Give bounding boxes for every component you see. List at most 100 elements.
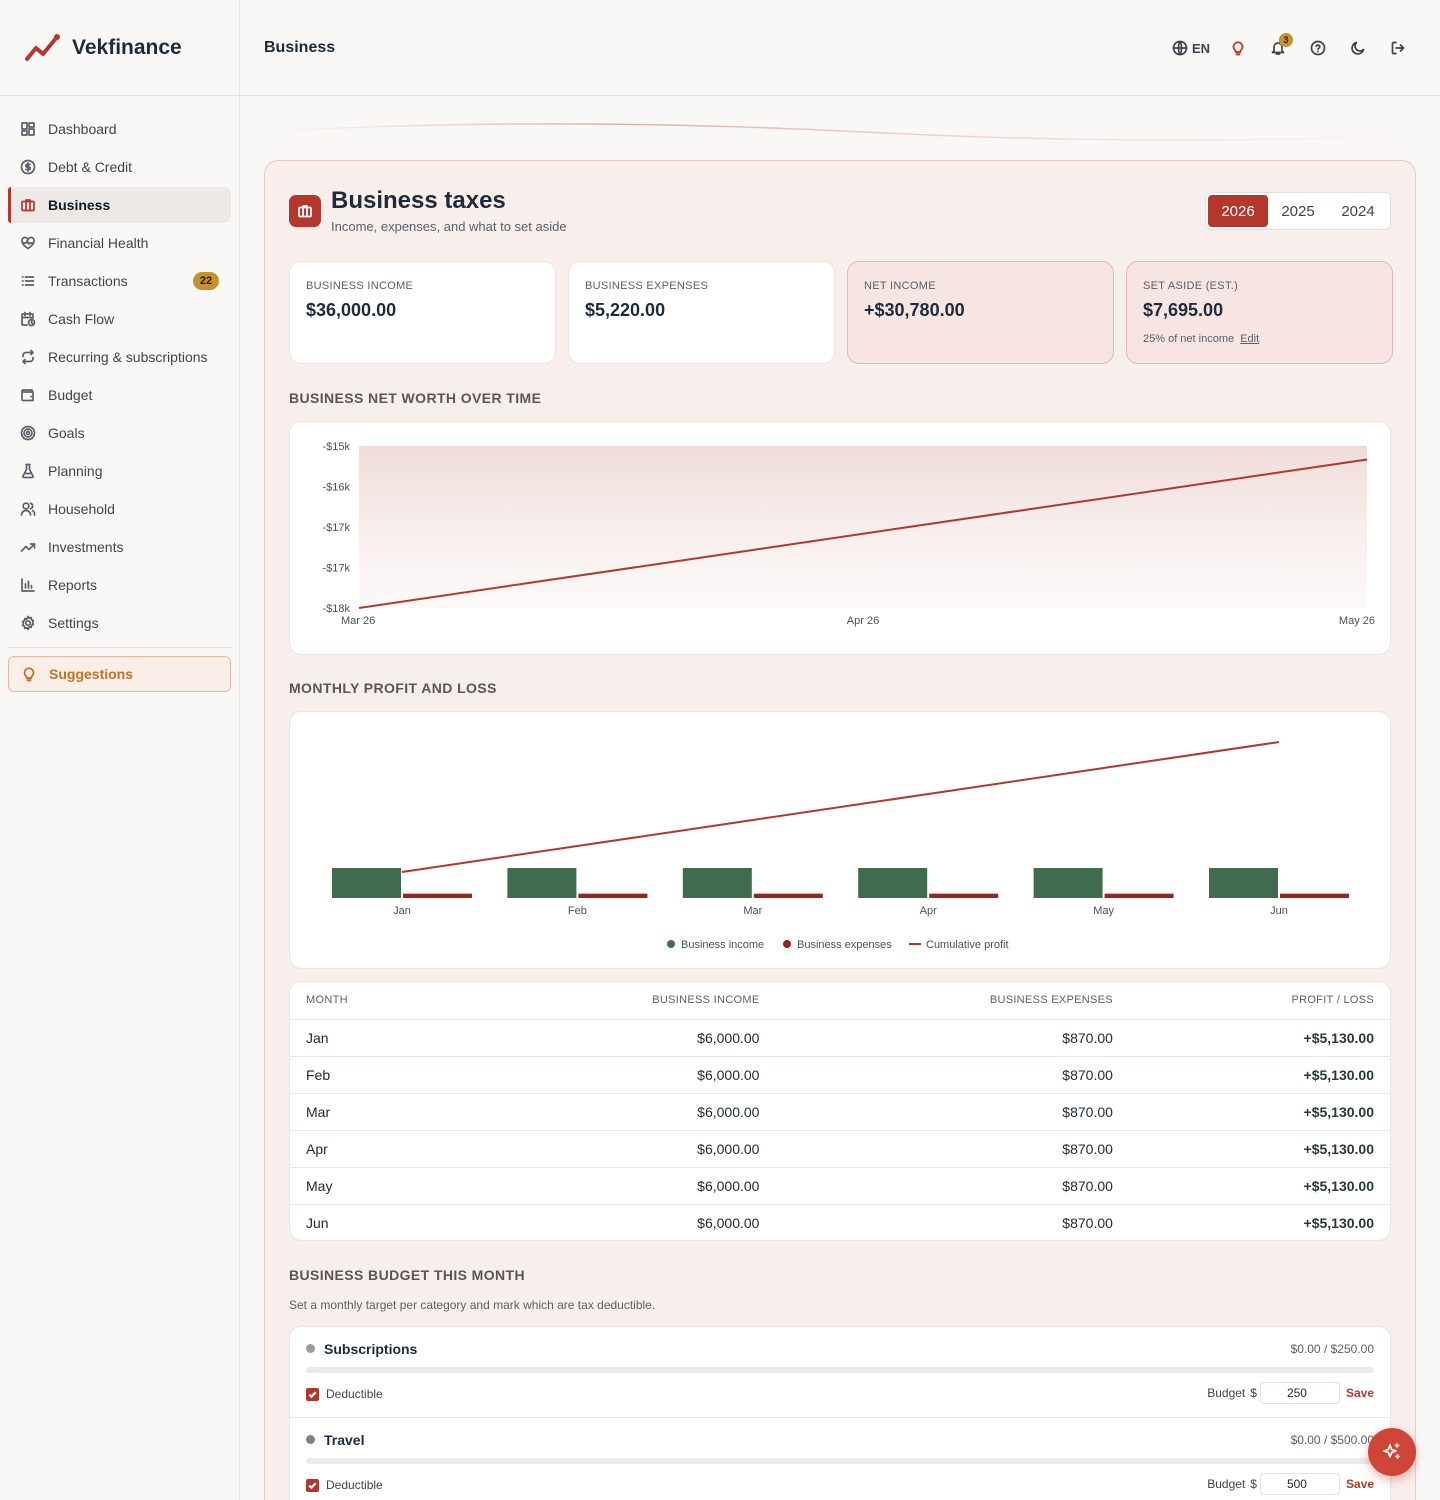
sidebar-item-label: Debt & Credit [48, 159, 133, 175]
expense-bar [753, 893, 823, 898]
brand-name: Vekfinance [72, 35, 182, 59]
logout-icon [1391, 41, 1405, 55]
business-taxes-panel: Business taxes Income, expenses, and wha… [264, 160, 1416, 1500]
sidebar-item-planning[interactable]: Planning [8, 453, 231, 489]
help-button[interactable] [1306, 36, 1330, 60]
sidebar: Vekfinance Dashboard Debt & Credit Busin… [0, 0, 240, 1500]
theme-toggle[interactable] [1346, 36, 1370, 60]
sidebar-item-household[interactable]: Household [8, 491, 231, 527]
card-label: SET ASIDE (EST.) [1143, 280, 1239, 292]
category-amount: $0.00 / $250.00 [1290, 1342, 1374, 1356]
budget-editor: Budget $ Save [1207, 1382, 1374, 1404]
sidebar-item-recurring[interactable]: Recurring & subscriptions [8, 339, 231, 375]
cell-month: Jun [306, 1214, 329, 1231]
budget-label: Budget [1207, 1386, 1246, 1400]
sidebar-item-label: Settings [48, 615, 99, 631]
category-color-dot [306, 1435, 315, 1444]
year-tab-2026[interactable]: 2026 [1208, 195, 1268, 227]
help-circle-icon [1310, 40, 1326, 56]
budget-section-title: BUSINESS BUDGET THIS MONTH [289, 1267, 525, 1283]
header-tools: EN 3 [1172, 33, 1410, 60]
budget-category-subscriptions: Subscriptions $0.00 / $250.00 Deductible… [290, 1327, 1390, 1418]
deductible-checkbox[interactable] [306, 1387, 319, 1401]
expense-bar [403, 893, 472, 898]
table-header-row: MONTH BUSINESS INCOME BUSINESS EXPENSES … [290, 982, 1390, 1020]
flask-icon [20, 463, 36, 479]
sidebar-item-label: Transactions [48, 273, 128, 289]
edit-set-aside-link[interactable]: Edit [1240, 333, 1259, 345]
brand[interactable]: Vekfinance [0, 0, 239, 96]
cell-month: Feb [290, 1056, 459, 1094]
year-tab-2024[interactable]: 2024 [1328, 195, 1388, 227]
sidebar-item-goals[interactable]: Goals [8, 415, 231, 451]
sidebar-item-reports[interactable]: Reports [8, 567, 231, 603]
cell-income: $6,000.00 [458, 1019, 776, 1057]
set-aside-rate: 25% of net income [1143, 333, 1235, 345]
tips-button[interactable] [1226, 36, 1250, 60]
deductible-label: Deductible [326, 1478, 383, 1492]
deductible-label: Deductible [326, 1387, 383, 1401]
budget-amount-input[interactable] [1259, 1382, 1340, 1404]
notifications-button[interactable]: 3 [1266, 33, 1293, 60]
category-name: Travel [324, 1432, 365, 1448]
sidebar-item-financial-health[interactable]: Financial Health [8, 225, 231, 261]
ai-assistant-button[interactable] [1368, 1428, 1416, 1476]
cell-profit: +$5,130.00 [1128, 1056, 1390, 1094]
sidebar-item-transactions[interactable]: Transactions 22 [8, 263, 231, 299]
sidebar-item-business[interactable]: Business [8, 187, 231, 223]
legend-cumulative-label: Cumulative profit [926, 939, 1009, 951]
currency-symbol: $ [1250, 1386, 1257, 1400]
deductible-toggle[interactable]: Deductible [306, 1478, 383, 1492]
expense-bar [1280, 893, 1349, 898]
x-tick-label: Mar [743, 905, 762, 917]
save-budget-button[interactable]: Save [1346, 1477, 1374, 1491]
sidebar-item-label: Business [48, 197, 111, 213]
trending-up-icon [20, 539, 36, 555]
sidebar-item-label: Household [48, 501, 115, 517]
save-budget-button[interactable]: Save [1346, 1386, 1374, 1400]
category-progress-bar [306, 1367, 1374, 1373]
cell-profit: +$5,130.00 [1128, 1019, 1390, 1057]
business-income-card: BUSINESS INCOME $36,000.00 [289, 261, 556, 364]
cell-expenses: $870.00 [775, 1093, 1129, 1131]
y-tick-label: -$18k [322, 603, 350, 615]
sidebar-item-cash-flow[interactable]: Cash Flow [8, 301, 231, 337]
sidebar-item-dashboard[interactable]: Dashboard [8, 111, 231, 147]
pnl-table: MONTH BUSINESS INCOME BUSINESS EXPENSES … [289, 981, 1391, 1241]
sidebar-item-label: Financial Health [48, 235, 149, 251]
suggestions-button[interactable]: Suggestions [8, 656, 231, 692]
sidebar-item-budget[interactable]: Budget [8, 377, 231, 413]
logout-button[interactable] [1386, 36, 1410, 60]
budget-category-travel: Travel $0.00 / $500.00 Deductible Budget… [290, 1418, 1390, 1500]
set-aside-card: SET ASIDE (EST.) $7,695.00 25% of net in… [1126, 261, 1393, 364]
notification-count-badge: 3 [1279, 33, 1293, 47]
deductible-checkbox[interactable] [306, 1478, 319, 1492]
summary-cards: BUSINESS INCOME $36,000.00 BUSINESS EXPE… [289, 261, 1393, 364]
page-title: Business [264, 38, 336, 56]
card-value: $36,000.00 [306, 300, 397, 320]
year-tab-2025[interactable]: 2025 [1268, 195, 1328, 227]
target-icon [20, 425, 36, 441]
dollar-circle-icon [20, 159, 36, 175]
card-label: BUSINESS EXPENSES [585, 280, 709, 292]
income-bar [1209, 868, 1278, 898]
sidebar-item-investments[interactable]: Investments [8, 529, 231, 565]
cell-income: $6,000.00 [697, 1214, 760, 1231]
deductible-toggle[interactable]: Deductible [306, 1387, 383, 1401]
card-value: $5,220.00 [585, 300, 666, 320]
panel-header: Business taxes Income, expenses, and wha… [289, 187, 567, 234]
budget-amount-input[interactable] [1259, 1473, 1340, 1495]
cell-expenses: $870.00 [1062, 1214, 1113, 1231]
category-amount: $0.00 / $500.00 [1290, 1433, 1374, 1447]
logo-trend-icon [25, 33, 60, 61]
sidebar-item-debt-credit[interactable]: Debt & Credit [8, 149, 231, 185]
briefcase-icon [20, 197, 36, 213]
sidebar-item-settings[interactable]: Settings [8, 605, 231, 641]
col-business-expenses: BUSINESS EXPENSES [775, 982, 1129, 1020]
gear-icon [20, 615, 36, 631]
language-switch[interactable]: EN [1172, 36, 1210, 60]
cell-expenses: $870.00 [775, 1130, 1129, 1168]
income-bar [507, 868, 577, 898]
suggestions-label: Suggestions [49, 666, 134, 682]
year-selector: 2026 2025 2024 [1205, 192, 1391, 230]
